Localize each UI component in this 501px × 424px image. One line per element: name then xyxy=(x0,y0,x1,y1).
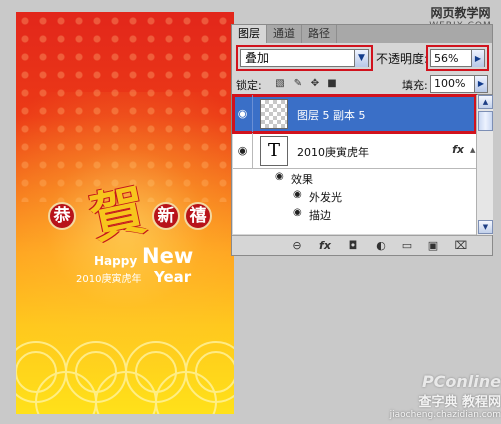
tab-channels[interactable]: 通道 xyxy=(267,25,302,43)
tab-layers[interactable]: 图层 xyxy=(232,25,267,43)
happy-text: Happy xyxy=(94,254,138,268)
year-text: Year xyxy=(154,268,192,286)
layers-scrollbar[interactable]: ▲ ▼ xyxy=(476,95,493,235)
new-text: New xyxy=(142,244,194,268)
document-canvas[interactable]: 恭 新 禧 賀 Happy New Year 2010庚寅虎年 xyxy=(16,12,234,414)
lock-transparent-icon[interactable]: ▧ xyxy=(274,78,286,90)
opacity-slider-arrow-icon[interactable]: ▶ xyxy=(471,50,484,67)
blend-mode-highlight: 叠加 ▼ xyxy=(236,45,373,71)
watermark-url: jiaocheng.chazidian.com xyxy=(389,410,501,420)
watermark-bottom: PConline 查字典 教程网 jiaocheng.chazidian.com xyxy=(370,372,501,420)
layers-panel: 图层 通道 路径 叠加 ▼ 不透明度: 56% ▶ 锁定: ▧ ✎ ✥ ■ 填充… xyxy=(231,24,493,256)
effects-label: 效果 xyxy=(291,173,313,186)
layer-name: 图层 5 副本 5 xyxy=(297,109,366,122)
layers-list: ◉ 图层 5 副本 5 ◉ T 2010庚寅虎年 fx ▲ ◉ 效果 ◉ 外发光… xyxy=(232,94,493,235)
effect-label: 描边 xyxy=(309,209,331,222)
group-icon[interactable]: ▭ xyxy=(400,239,414,253)
blend-mode-dropdown[interactable]: 叠加 ▼ xyxy=(240,49,369,67)
effect-item-stroke[interactable]: ◉ 描边 xyxy=(233,205,476,223)
eye-icon[interactable]: ◉ xyxy=(275,171,284,182)
layer-name: 2010庚寅虎年 xyxy=(297,146,369,159)
layer-row-selected[interactable]: ◉ 图层 5 副本 5 xyxy=(232,94,477,134)
seal-xin: 新 xyxy=(152,202,180,230)
blend-mode-value: 叠加 xyxy=(245,51,270,65)
panel-bottom-bar: ⊖ fx ◘ ◐ ▭ ▣ ⌧ xyxy=(232,235,492,255)
watermark-top-line1: 网页教学网 xyxy=(430,6,491,20)
seal-gong: 恭 xyxy=(48,202,76,230)
seal-xi: 禧 xyxy=(184,202,212,230)
watermark-brand: PConline xyxy=(421,372,501,391)
eye-icon[interactable]: ◉ xyxy=(293,207,302,218)
year-2010-text: 2010庚寅虎年 xyxy=(76,274,142,285)
eye-icon[interactable]: ◉ xyxy=(293,189,302,200)
fill-value: 100% xyxy=(434,77,466,90)
fill-field[interactable]: 100% ▶ xyxy=(430,75,488,93)
scroll-up-icon[interactable]: ▲ xyxy=(478,95,493,109)
lock-move-icon[interactable]: ✥ xyxy=(309,78,321,90)
chevron-down-icon[interactable]: ▼ xyxy=(354,50,368,67)
effects-group: ◉ 效果 xyxy=(233,169,476,187)
opacity-highlight: 56% ▶ xyxy=(426,45,489,71)
layer-row-text[interactable]: ◉ T 2010庚寅虎年 fx ▲ xyxy=(233,133,476,169)
fx-icon[interactable]: fx xyxy=(452,143,464,156)
mask-icon[interactable]: ◘ xyxy=(346,239,360,253)
text-layer-thumbnail: T xyxy=(260,136,288,166)
lock-brush-icon[interactable]: ✎ xyxy=(292,78,304,90)
opacity-field[interactable]: 56% ▶ xyxy=(430,49,485,67)
layer-thumbnail xyxy=(260,99,288,129)
fill-slider-arrow-icon[interactable]: ▶ xyxy=(474,76,487,92)
fx-icon[interactable]: fx xyxy=(318,239,332,253)
trash-icon[interactable]: ⌧ xyxy=(454,239,468,253)
link-icon[interactable]: ⊖ xyxy=(290,239,304,253)
opacity-label: 不透明度: xyxy=(376,52,429,66)
new-layer-icon[interactable]: ▣ xyxy=(426,239,440,253)
eye-icon[interactable]: ◉ xyxy=(233,133,253,168)
opacity-value: 56% xyxy=(434,52,459,65)
scroll-thumb[interactable] xyxy=(478,111,493,131)
fill-label: 填充: xyxy=(402,79,428,92)
panel-tabs: 图层 通道 路径 xyxy=(232,25,492,43)
canvas-wave-pattern xyxy=(16,341,234,414)
adjustment-icon[interactable]: ◐ xyxy=(374,239,388,253)
effect-item-outer-glow[interactable]: ◉ 外发光 xyxy=(233,187,476,205)
eye-icon[interactable]: ◉ xyxy=(233,95,253,132)
watermark-site: 查字典 教程网 xyxy=(418,395,501,410)
effect-label: 外发光 xyxy=(309,191,342,204)
scroll-down-icon[interactable]: ▼ xyxy=(478,220,493,234)
lock-all-icon[interactable]: ■ xyxy=(326,78,338,90)
lock-label: 锁定: xyxy=(236,79,262,92)
tab-paths[interactable]: 路径 xyxy=(302,25,337,43)
